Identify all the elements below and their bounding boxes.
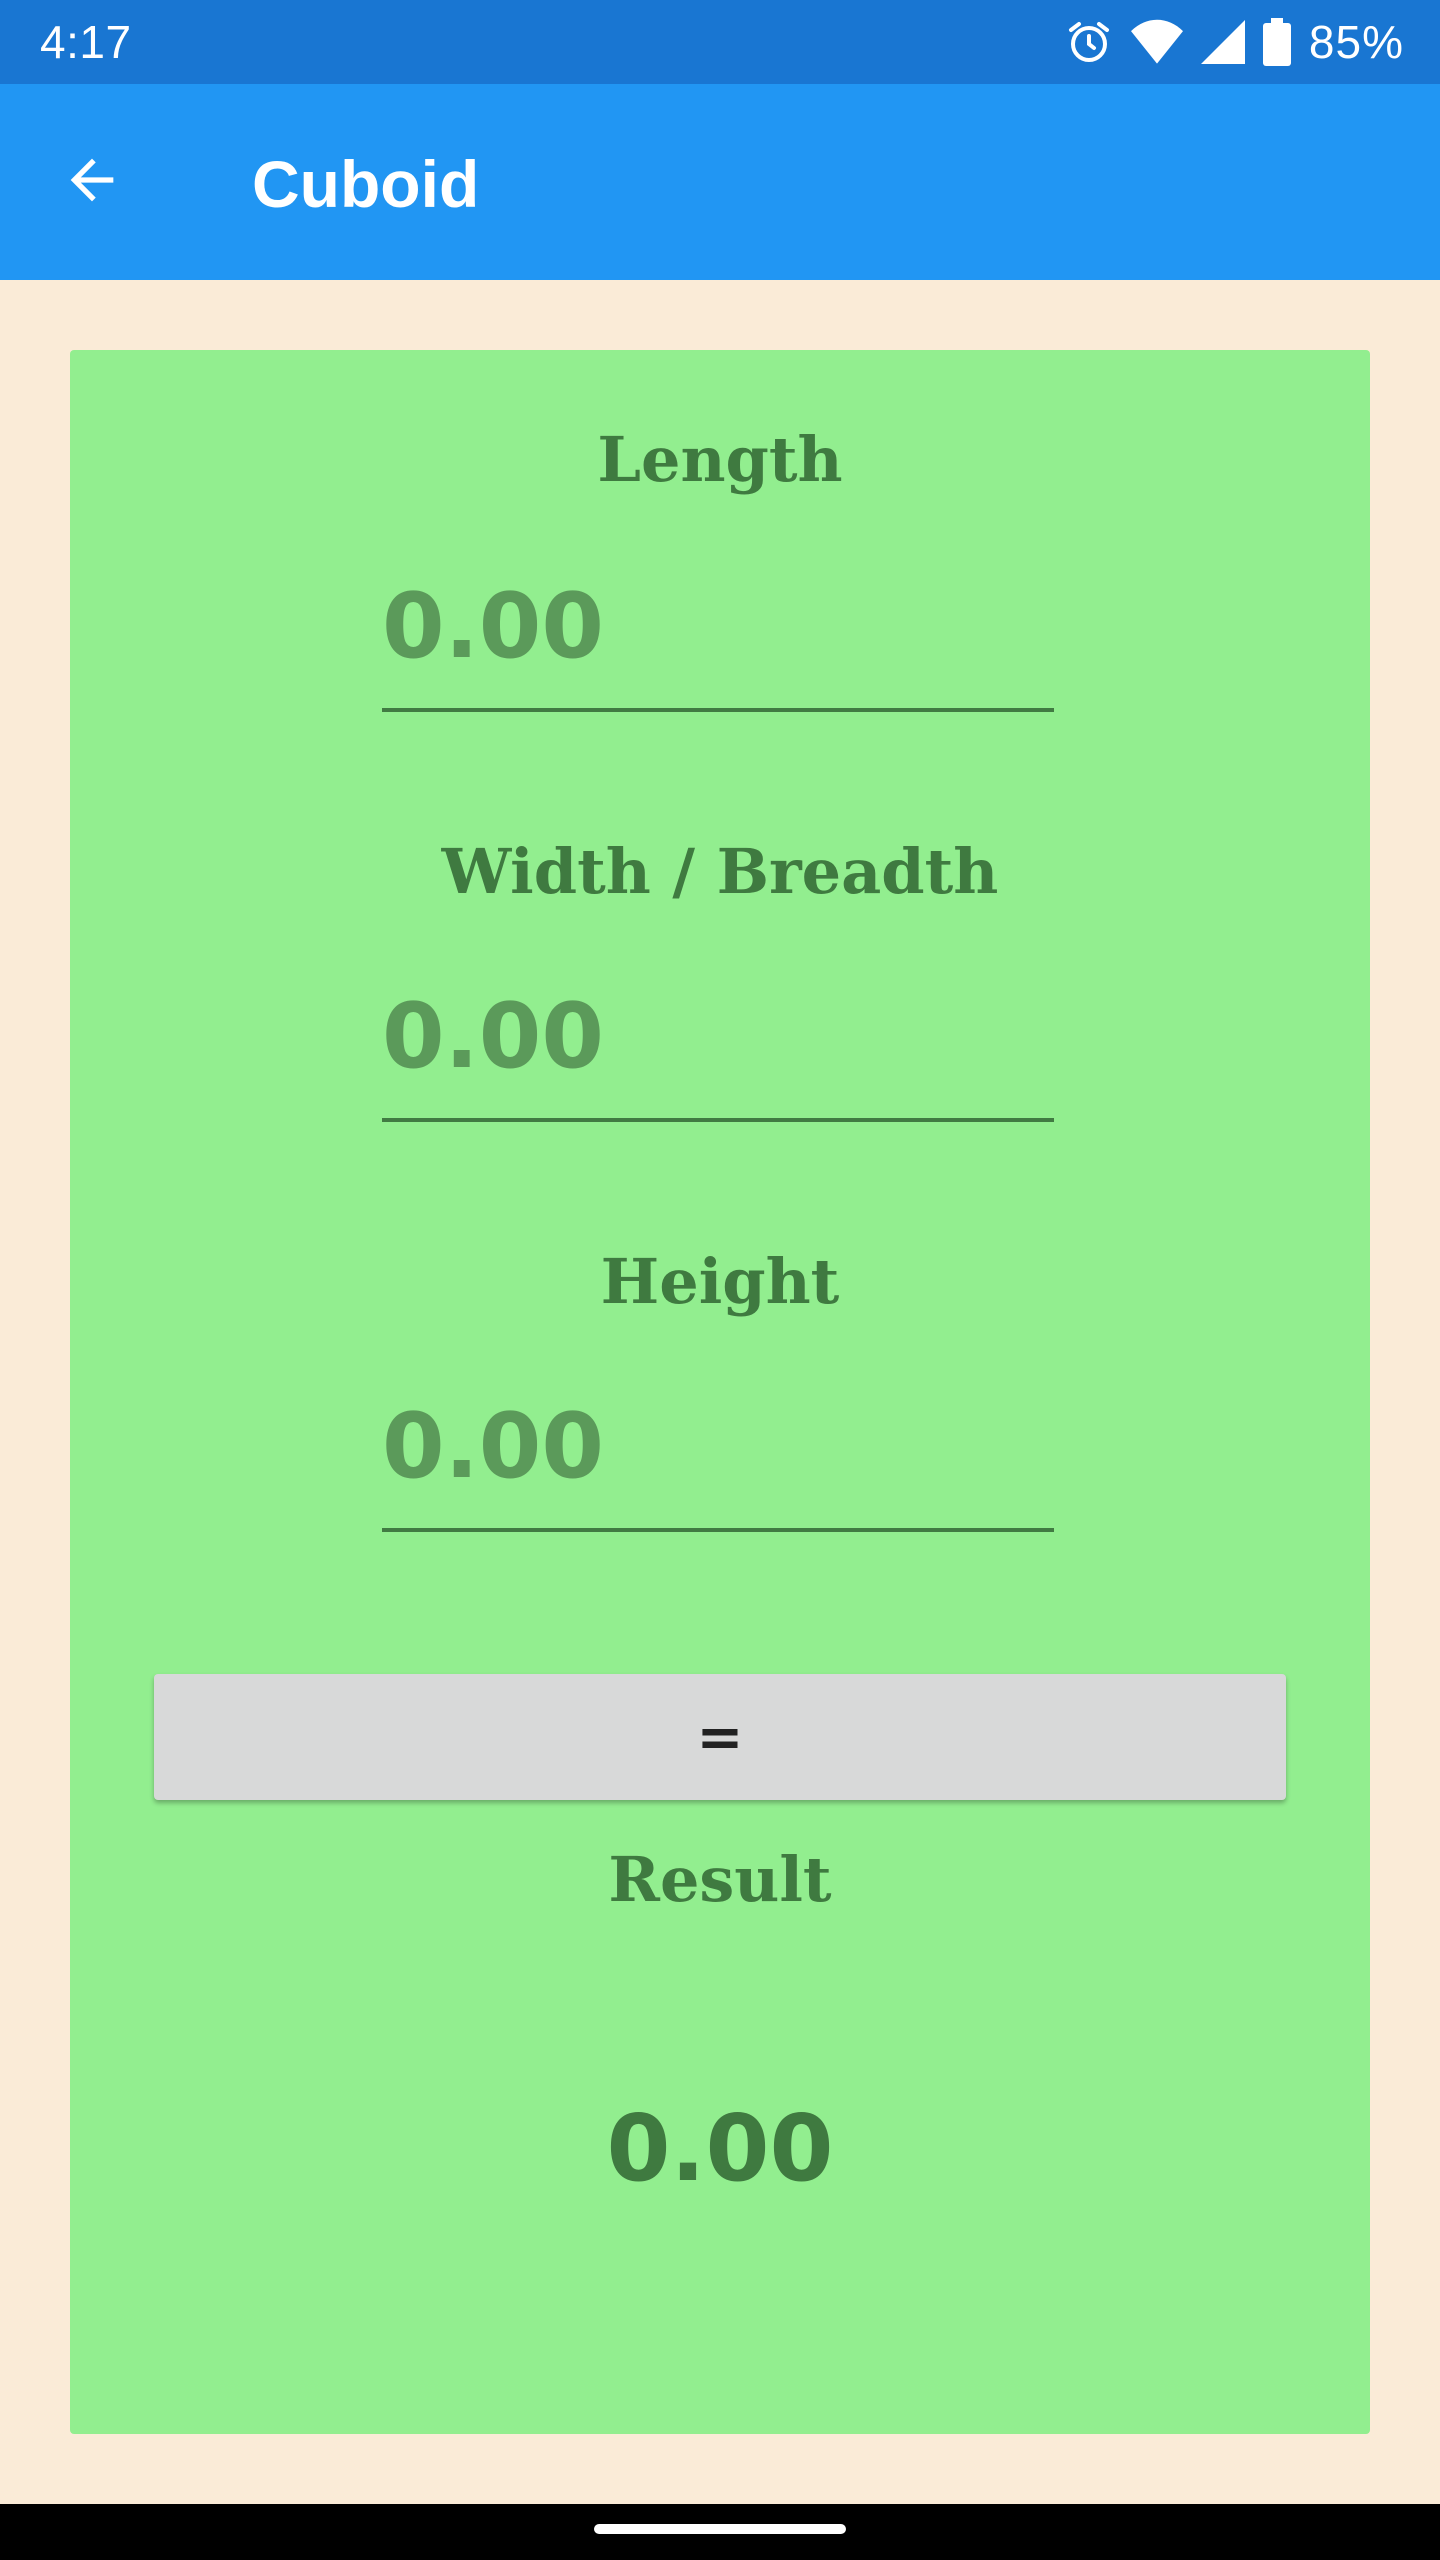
- battery-icon: [1262, 18, 1291, 66]
- length-label: Length: [597, 423, 843, 496]
- cell-signal-icon: [1200, 19, 1245, 65]
- height-label: Height: [600, 1245, 840, 1318]
- height-input[interactable]: [382, 1382, 1054, 1532]
- alarm-icon: [1065, 18, 1113, 66]
- result-value: 0.00: [606, 2095, 834, 2202]
- navigation-bar: [0, 2504, 1440, 2560]
- status-bar: 4:17 85%: [0, 0, 1440, 84]
- length-input[interactable]: [382, 562, 1054, 712]
- arrow-back-icon: [60, 148, 124, 217]
- status-time: 4:17: [40, 16, 132, 68]
- calculator-card: Length Width / Breadth Height = Result 0…: [70, 350, 1370, 2434]
- width-input[interactable]: [382, 972, 1054, 1122]
- home-gesture-handle[interactable]: [594, 2524, 846, 2534]
- app-bar: Cuboid: [0, 84, 1440, 280]
- width-label: Width / Breadth: [441, 835, 999, 908]
- result-label: Result: [608, 1843, 832, 1916]
- back-button[interactable]: [52, 142, 132, 222]
- calculate-button[interactable]: =: [154, 1674, 1286, 1800]
- status-icons: 85%: [1065, 14, 1404, 70]
- page-title: Cuboid: [252, 147, 480, 221]
- wifi-icon: [1130, 18, 1183, 66]
- battery-percent: 85%: [1308, 16, 1404, 68]
